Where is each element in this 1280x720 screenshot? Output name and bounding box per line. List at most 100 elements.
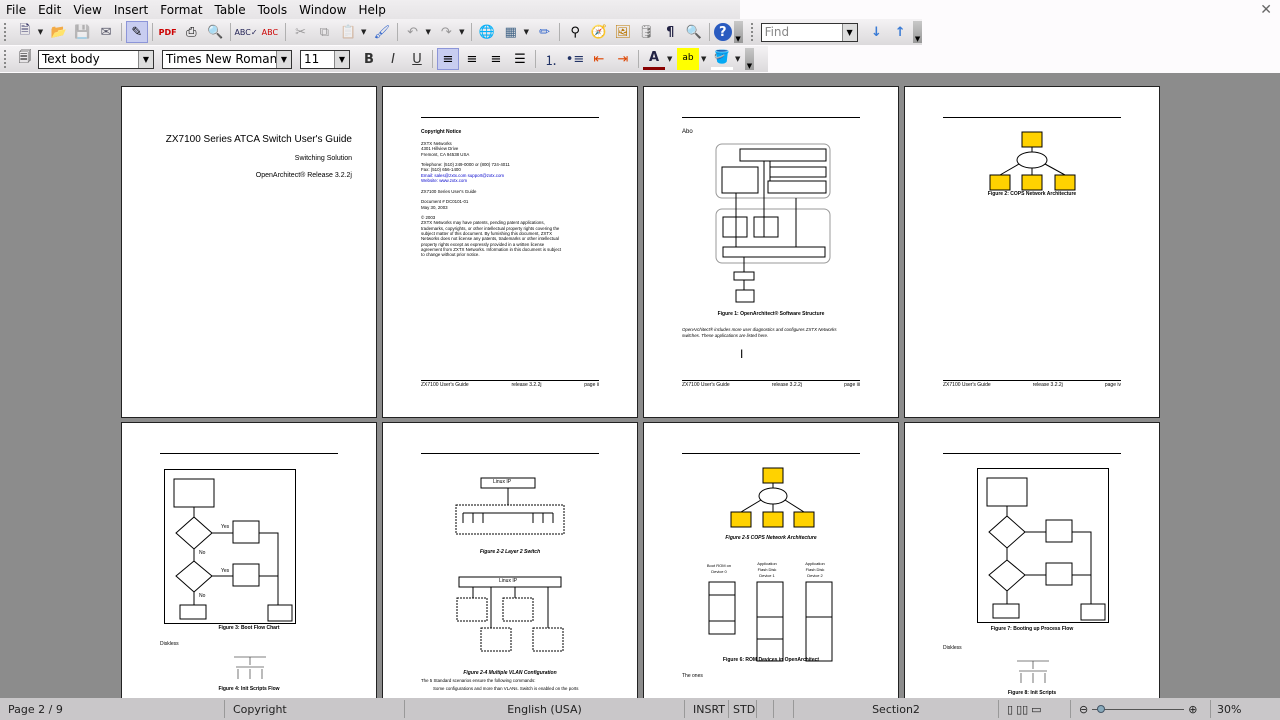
menu-help[interactable]: Help [352,3,391,17]
open-folder-icon[interactable]: 📂 [48,21,70,43]
hyperlink-icon[interactable]: 🌐 [476,21,498,43]
numbering-icon[interactable]: ⒈ [540,48,562,70]
print-icon[interactable]: ⎙ [180,21,202,43]
formatting-marks-icon[interactable]: ¶ [659,21,681,43]
justify-icon[interactable]: ☰ [509,48,531,70]
find-previous-arrow-up-icon[interactable]: ↑ [889,21,911,43]
chevron-down-icon[interactable]: ▼ [841,23,857,41]
chevron-down-icon[interactable]: ▼ [138,50,153,68]
toolbar-grip[interactable] [4,50,8,68]
font-size-select[interactable]: 11 ▼ [300,49,350,69]
language[interactable]: English (USA) [405,700,685,718]
format-paintbrush-icon[interactable]: 🖌 [371,21,393,43]
find-next-arrow-down-icon[interactable]: ↓ [866,21,888,43]
zoom-in-icon[interactable]: ⊕ [1188,703,1197,716]
underline-icon[interactable]: U [406,48,428,70]
data-sources-icon[interactable]: 🛢 [636,21,658,43]
cut-icon[interactable]: ✂ [290,21,312,43]
page-2[interactable]: Copyright Notice ZXTX Networks 4301 Hillv… [382,86,638,418]
email-icon[interactable]: ✉ [95,21,117,43]
toolbar-overflow-icon[interactable]: ▼ [745,48,754,70]
toolbar-grip[interactable] [4,23,8,41]
zoom-level[interactable]: 30% [1211,703,1241,716]
align-center-icon[interactable]: ≡ [461,48,483,70]
zoom-out-icon[interactable]: ⊖ [1079,703,1088,716]
chevron-down-icon[interactable]: ▼ [334,50,349,68]
menu-file[interactable]: File [0,3,32,17]
toolbar-grip[interactable] [750,23,755,41]
navigator-icon[interactable]: 🧭 [588,21,610,43]
bullets-icon[interactable]: •≡ [564,48,586,70]
footer-left: ZX7100 User's Guide [682,382,730,388]
close-document-icon[interactable]: ✕ [1260,2,1272,18]
chevron-down-icon[interactable]: ▼ [38,28,46,36]
zoom-slider-track[interactable] [1092,704,1185,713]
align-right-icon[interactable]: ≡ [485,48,507,70]
menu-window[interactable]: Window [293,3,352,17]
selection-mode[interactable]: STD [729,700,757,718]
align-left-icon[interactable]: ≡ [437,48,459,70]
copy-icon[interactable]: ⧉ [314,21,336,43]
background-color-icon[interactable]: 🪣 [711,48,733,70]
menu-insert[interactable]: Insert [108,3,154,17]
page-style[interactable]: Copyright [225,700,405,718]
zoom-slider-handle[interactable] [1097,704,1106,713]
page-8[interactable]: Figure 7: Booting up Process Flow Diskle… [904,422,1160,698]
page-5[interactable]: Yes Yes No No Figure 3: Boot Flow Chart … [121,422,377,698]
menu-tools[interactable]: Tools [252,3,294,17]
page-3[interactable]: Abo Figure 1: OpenArchitect® Software St… [643,86,899,418]
increase-indent-icon[interactable]: ⇥ [612,48,634,70]
page-6[interactable]: Linux IP Figure 2-2 Layer 2 Switch Linux… [382,422,638,698]
toolbar-overflow-icon[interactable]: ▼ [733,21,743,43]
new-document-icon[interactable]: 🗎 [14,21,36,43]
book-view-icon[interactable]: ▭ [1031,703,1041,716]
bold-icon[interactable]: B [358,48,380,70]
menu-format[interactable]: Format [154,3,208,17]
page-1[interactable]: ZX7100 Series ATCA Switch User's Guide S… [121,86,377,418]
body-text: Diskless [943,645,962,651]
page-4[interactable]: Figure 2: COPS Network Architecture ZX71… [904,86,1160,418]
export-pdf-icon[interactable]: PDF [157,21,179,43]
font-name-select[interactable]: Times New Roman ▼ [162,49,292,69]
spellcheck-icon[interactable]: ABC✓ [234,21,257,43]
chevron-down-icon[interactable]: ▼ [701,55,709,63]
edit-mode-icon[interactable]: ✎ [125,21,148,43]
redo-icon[interactable]: ↷ [435,21,457,43]
table-icon[interactable]: ▦ [500,21,522,43]
decrease-indent-icon[interactable]: ⇤ [588,48,610,70]
paste-icon[interactable]: 📋 [337,21,359,43]
help-icon[interactable]: ? [713,23,732,41]
chevron-down-icon[interactable]: ▼ [459,28,467,36]
chevron-down-icon[interactable]: ▼ [667,55,675,63]
toolbar-overflow-icon[interactable]: ▼ [913,21,923,43]
zoom-slider[interactable]: ⊖ ⊕ [1071,700,1211,718]
multi-page-view-icon[interactable]: ▯▯ [1016,703,1028,716]
undo-icon[interactable]: ↶ [402,21,424,43]
menu-view[interactable]: View [67,3,107,17]
document-area[interactable]: ZX7100 Series ATCA Switch User's Guide S… [0,73,1280,698]
autospellcheck-icon[interactable]: ABC [259,21,281,43]
find-input[interactable]: Find ▼ [760,22,858,42]
chevron-down-icon[interactable]: ▼ [735,55,743,63]
paragraph-style-select[interactable]: Text body ▼ [38,49,154,69]
italic-icon[interactable]: I [382,48,404,70]
page-7[interactable]: Figure 2-5 COPS Network Architecture Boo… [643,422,899,698]
page-indicator[interactable]: Page 2 / 9 [0,700,225,718]
highlighting-icon[interactable]: ab [677,48,699,70]
draw-functions-icon[interactable]: ✏ [534,21,556,43]
chevron-down-icon[interactable]: ▼ [276,50,291,68]
zoom-icon[interactable]: 🔍 [683,21,705,43]
chevron-down-icon[interactable]: ▼ [425,28,433,36]
save-icon[interactable]: 💾 [71,21,93,43]
gallery-icon[interactable]: 🖼 [612,21,634,43]
print-preview-icon[interactable]: 🔍 [204,21,226,43]
find-replace-binoculars-icon[interactable]: ⚲ [564,21,586,43]
menu-edit[interactable]: Edit [32,3,67,17]
single-page-view-icon[interactable]: ▯ [1007,703,1013,716]
styles-formatting-icon[interactable]: 🗐 [14,48,36,70]
font-color-icon[interactable]: A [643,48,665,70]
chevron-down-icon[interactable]: ▼ [524,28,532,36]
insert-mode[interactable]: INSRT [685,700,729,718]
chevron-down-icon[interactable]: ▼ [361,28,369,36]
menu-table[interactable]: Table [209,3,252,17]
